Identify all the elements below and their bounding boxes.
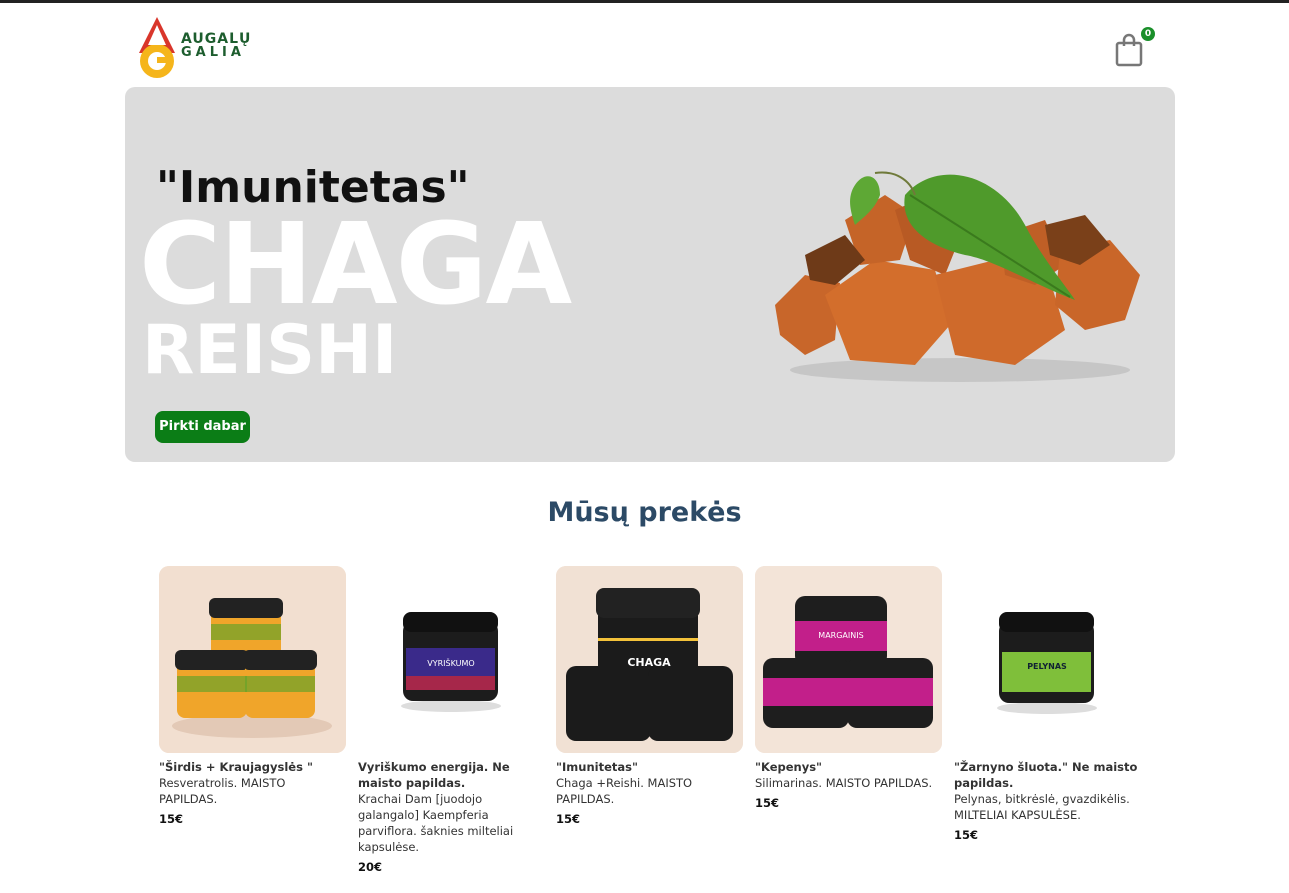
product-description: Krachai Dam [juodojo galangalo] Kaempfer…: [358, 792, 514, 854]
product-price: 20€: [358, 860, 383, 874]
product-image[interactable]: CHAGA: [556, 566, 743, 753]
jar-label-text: VYRIŠKUMO: [427, 657, 474, 668]
section-title: Mūsų prekės: [547, 497, 742, 528]
hero-banner: "Imunitetas" CHAGA REISHI Pirkti dabar: [125, 87, 1175, 462]
product-description: Pelynas, bitkrėslė, gvazdikėlis. MILTELI…: [954, 792, 1130, 822]
jar-label-text: MARGAINIS: [818, 631, 863, 640]
product-price: 15€: [755, 796, 780, 810]
buy-now-button[interactable]: Pirkti dabar: [155, 411, 250, 443]
jar-image: PELYNAS: [997, 612, 1097, 714]
cart-count-badge: 0: [1141, 27, 1155, 41]
shopping-bag-icon[interactable]: [1114, 33, 1144, 67]
product-description: Chaga +Reishi. MAISTO PAPILDAS.: [556, 776, 693, 806]
product-card[interactable]: CHAGA "Imunitetas" Chaga +Reishi. MAISTO…: [556, 566, 743, 826]
brand-name: AUGALŲ GALIA: [181, 32, 251, 60]
brand-line1: AUGALŲ: [181, 31, 252, 47]
jar-image: VYRIŠKUMO: [401, 612, 501, 712]
product-image[interactable]: VYRIŠKUMO: [358, 566, 545, 753]
product-description: Resveratrolis. MAISTO PAPILDAS.: [159, 776, 286, 806]
product-list: "Širdis + Kraujagyslės " Resveratrolis. …: [159, 566, 1141, 874]
hero-title-secondary: REISHI: [142, 311, 398, 390]
product-name[interactable]: "Širdis + Kraujagyslės ": [159, 759, 346, 775]
product-name[interactable]: "Žarnyno šluota." Ne maisto papildas.: [954, 759, 1141, 791]
product-name[interactable]: "Kepenys": [755, 759, 942, 775]
product-card[interactable]: VYRIŠKUMO Vyriškumo energija. Ne maisto …: [358, 566, 545, 874]
product-card[interactable]: "Širdis + Kraujagyslės " Resveratrolis. …: [159, 566, 346, 826]
hero-title: CHAGA: [139, 200, 572, 330]
product-price: 15€: [556, 812, 581, 826]
product-card[interactable]: PELYNAS "Žarnyno šluota." Ne maisto papi…: [954, 566, 1141, 842]
logo-mark-icon: [139, 17, 175, 78]
product-name[interactable]: Vyriškumo energija. Ne maisto papildas.: [358, 759, 545, 791]
product-card[interactable]: MARGAINIS "Kepenys" Silimarinas. MAISTO …: [755, 566, 942, 810]
site-logo[interactable]: AUGALŲ GALIA: [136, 15, 256, 81]
jar-label-text: PELYNAS: [1027, 662, 1067, 671]
jar-stack-image: [159, 566, 346, 753]
product-image[interactable]: MARGAINIS: [755, 566, 942, 753]
jar-label-text: CHAGA: [627, 656, 671, 669]
product-image[interactable]: [159, 566, 346, 753]
product-description: Silimarinas. MAISTO PAPILDAS.: [755, 776, 933, 790]
product-name[interactable]: "Imunitetas": [556, 759, 743, 775]
jar-stack-image: CHAGA: [556, 566, 743, 753]
brand-line2: GALIA: [181, 45, 245, 60]
jar-stack-image: MARGAINIS: [755, 566, 942, 753]
product-image[interactable]: PELYNAS: [954, 566, 1141, 753]
chaga-mushroom-image: [775, 171, 1140, 382]
product-price: 15€: [159, 812, 184, 826]
product-price: 15€: [954, 828, 979, 842]
